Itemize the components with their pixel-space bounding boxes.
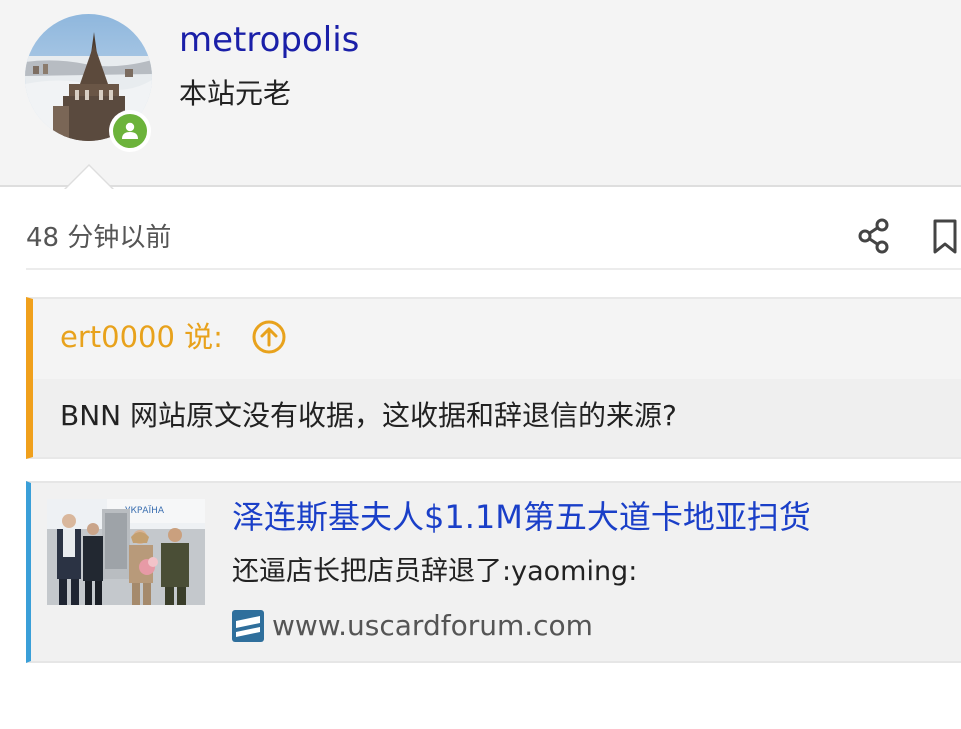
link-preview-title[interactable]: 泽连斯基夫人$1.1M第五大道卡地亚扫货 [232, 495, 811, 539]
link-preview-domain: www.uscardforum.com [272, 609, 593, 642]
online-status-badge [109, 110, 151, 152]
arrow-up-circle-icon[interactable] [251, 319, 287, 355]
link-preview-card[interactable]: УКРАЇНА 泽连斯基夫人$1.1M第五大道卡地亚扫货 还逼店长把店员辞退了:… [26, 481, 961, 663]
post-meta-row: 48 分钟以前 [26, 212, 961, 270]
user-card: metropolis 本站元老 [0, 0, 961, 189]
user-status-icon [113, 114, 147, 148]
uscardforum-favicon-icon [232, 610, 264, 642]
quote-block: ert0000 说: BNN 网站原文没有收据，这收据和辞退信的来源? [26, 297, 961, 459]
link-preview-source[interactable]: www.uscardforum.com [232, 606, 593, 646]
link-preview-excerpt: 还逼店长把店员辞退了:yaoming: [232, 556, 638, 587]
quote-header: ert0000 说: [33, 299, 961, 377]
username-link[interactable]: metropolis [179, 18, 359, 62]
link-preview-thumbnail[interactable]: УКРАЇНА [47, 499, 205, 605]
quote-author[interactable]: ert0000 说: [60, 317, 223, 357]
card-pointer [64, 164, 114, 189]
thumbnail-caption: УКРАЇНА [125, 505, 165, 516]
share-button[interactable] [856, 216, 892, 256]
user-title: 本站元老 [179, 77, 292, 110]
post-timestamp[interactable]: 48 分钟以前 [26, 220, 171, 256]
bookmark-icon [933, 219, 957, 254]
avatar[interactable] [25, 14, 152, 152]
share-icon [858, 218, 889, 254]
quote-body: BNN 网站原文没有收据，这收据和辞退信的来源? [33, 379, 961, 457]
quote-text: BNN 网站原文没有收据，这收据和辞退信的来源? [60, 399, 677, 432]
bookmark-button[interactable] [928, 216, 961, 256]
